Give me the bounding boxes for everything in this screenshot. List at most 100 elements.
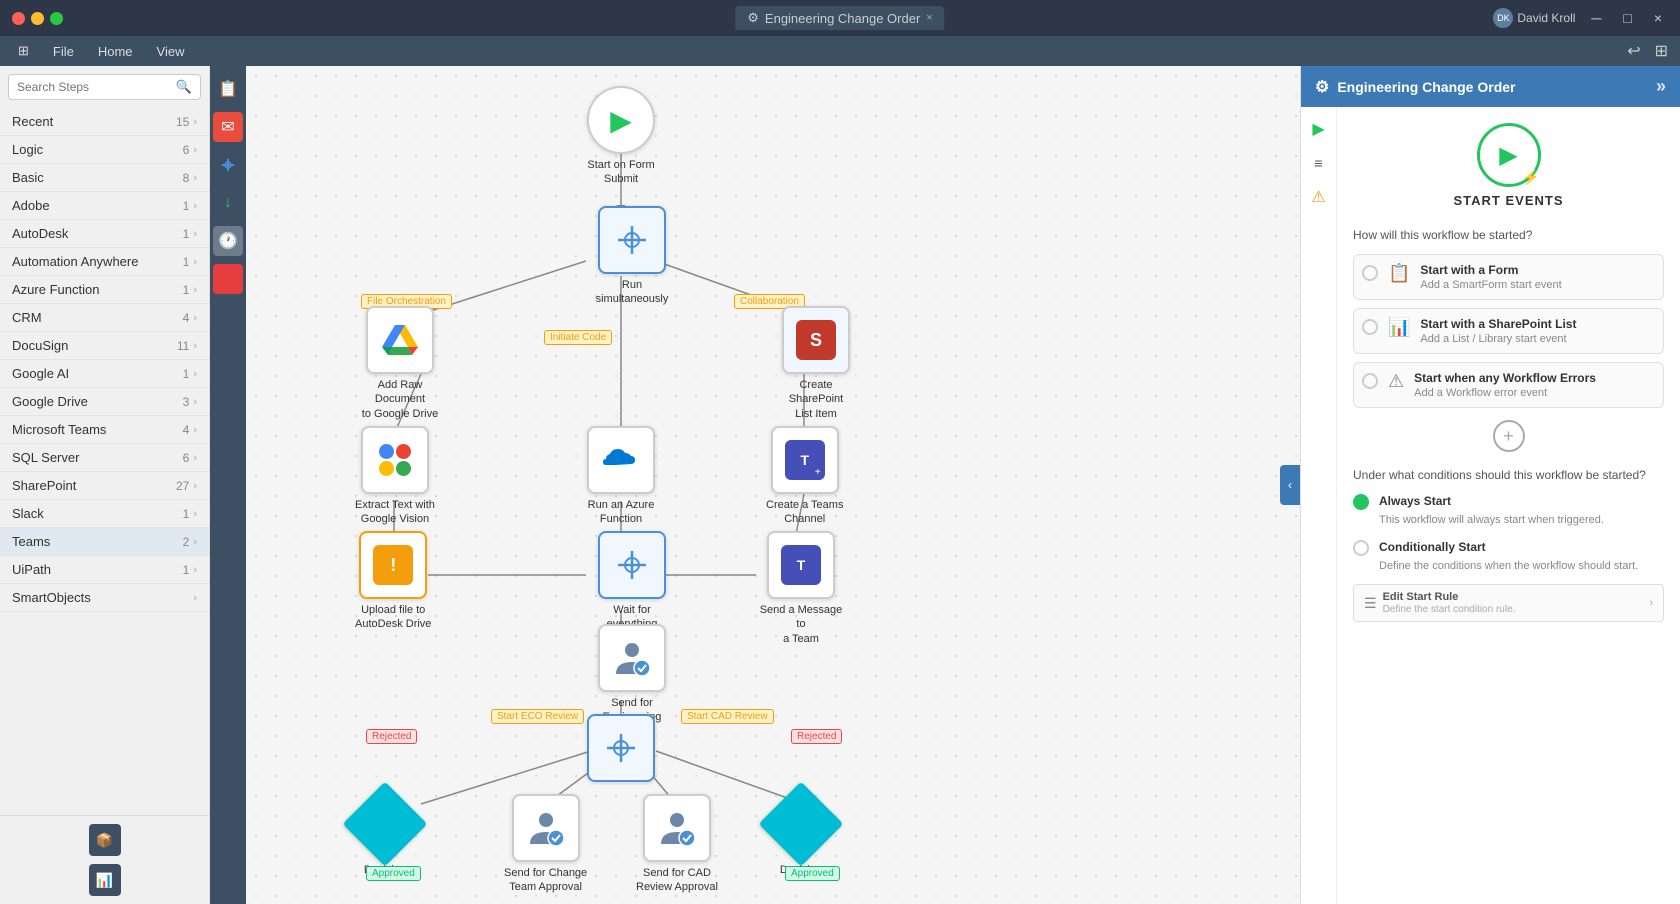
sharepoint-option-title: Start with a SharePoint List xyxy=(1420,317,1576,331)
sidebar-item-docusign[interactable]: DocuSign 11 › xyxy=(0,332,209,360)
right-panel-header: ⚙ Engineering Change Order » xyxy=(1301,66,1680,107)
win-minimize[interactable]: ─ xyxy=(1585,8,1607,28)
sidebar-item-microsoft-teams[interactable]: Microsoft Teams 4 › xyxy=(0,416,209,444)
start-option-error[interactable]: ⚠ Start when any Workflow Errors Add a W… xyxy=(1353,362,1664,408)
node-autodesk[interactable]: ! Upload file toAutoDesk Drive xyxy=(355,531,431,632)
sidebar-item-basic[interactable]: Basic 8 › xyxy=(0,164,209,192)
user-avatar: DK xyxy=(1493,8,1513,28)
sidebar-item-crm[interactable]: CRM 4 › xyxy=(0,304,209,332)
node-start[interactable]: ▶ Start on FormSubmit xyxy=(587,86,655,187)
sidebar-item-automation-anywhere[interactable]: Automation Anywhere 1 › xyxy=(0,248,209,276)
error-icon: ⚠ xyxy=(1388,371,1404,392)
icon-sidebar-arrow[interactable]: ↓ xyxy=(213,188,243,218)
panel-warning-btn[interactable]: ⚠ xyxy=(1305,183,1333,211)
close-button[interactable] xyxy=(12,12,25,25)
node-decision-2[interactable]: Decision xyxy=(771,794,831,872)
panel-play-btn[interactable]: ▶ xyxy=(1305,115,1333,143)
win-maximize[interactable]: □ xyxy=(1617,8,1637,28)
node-gdrive-label: Add Raw Documentto Google Drive xyxy=(355,378,445,421)
node-teams-channel[interactable]: T + Create a TeamsChannel xyxy=(766,426,843,527)
canvas-toggle-button[interactable]: ‹ xyxy=(1280,465,1300,505)
sidebar-item-teams[interactable]: Teams 2 › xyxy=(0,528,209,556)
tab-icon: ⚙ xyxy=(747,10,759,26)
edit-rule-label: Edit Start Rule xyxy=(1383,591,1459,603)
menu-file[interactable]: File xyxy=(43,42,84,61)
conditions-section: Under what conditions should this workfl… xyxy=(1353,468,1664,622)
node-decision-1[interactable]: Decision xyxy=(355,794,415,872)
add-event-button[interactable]: + xyxy=(1493,420,1525,452)
radio-always-active[interactable] xyxy=(1353,494,1369,510)
menu-view[interactable]: View xyxy=(147,42,195,61)
radio-form[interactable] xyxy=(1362,265,1378,281)
search-input[interactable] xyxy=(17,80,176,94)
sidebar-bottom-icon-2[interactable]: 📊 xyxy=(89,864,121,896)
sidebar-item-adobe[interactable]: Adobe 1 › xyxy=(0,192,209,220)
sidebar-item-uipath[interactable]: UiPath 1 › xyxy=(0,556,209,584)
active-tab[interactable]: ⚙ Engineering Change Order × xyxy=(735,6,944,30)
play-icon: ▶ xyxy=(1499,141,1517,170)
node-google-drive[interactable]: Add Raw Documentto Google Drive xyxy=(355,306,445,421)
sidebar-item-azure-function[interactable]: Azure Function 1 › xyxy=(0,276,209,304)
window-controls xyxy=(12,12,63,25)
icon-sidebar-clock[interactable]: 🕐 xyxy=(213,226,243,256)
node-sharepoint[interactable]: S Create SharePointList Item xyxy=(771,306,861,421)
node-teams-message[interactable]: T Send a Message toa Team xyxy=(756,531,846,646)
right-panel: ⚙ Engineering Change Order » ▶ ≡ ⚠ ▶ ⚡ S… xyxy=(1300,66,1680,904)
node-start-label: Start on FormSubmit xyxy=(587,158,654,187)
main-layout: 🔍 Recent 15 › Logic 6 › Basic 8 › Adobe … xyxy=(0,66,1680,904)
sidebar-item-slack[interactable]: Slack 1 › xyxy=(0,500,209,528)
canvas-scroll[interactable]: ▶ Start on FormSubmit Run simultaneously… xyxy=(246,66,1300,904)
node-change-approval[interactable]: Send for ChangeTeam Approval xyxy=(504,794,587,895)
panel-content-area: ▶ ⚡ START EVENTS How will this workflow … xyxy=(1337,107,1680,904)
search-box[interactable]: 🔍 xyxy=(8,74,201,100)
win-close[interactable]: × xyxy=(1648,8,1668,28)
sidebar-bottom-icon-1[interactable]: 📦 xyxy=(89,824,121,856)
icon-sidebar-checklist[interactable]: 📋 xyxy=(213,74,243,104)
sidebar-item-google-ai[interactable]: Google AI 1 › xyxy=(0,360,209,388)
start-option-sharepoint[interactable]: 📊 Start with a SharePoint List Add a Lis… xyxy=(1353,308,1664,354)
always-start-option[interactable]: Always Start This workflow will always s… xyxy=(1353,492,1664,528)
sidebar-item-recent[interactable]: Recent 15 › xyxy=(0,108,209,136)
sidebar-item-autodesk[interactable]: AutoDesk 1 › xyxy=(0,220,209,248)
node-cad-approval[interactable]: Send for CADReview Approval xyxy=(636,794,718,895)
sidebar-item-logic[interactable]: Logic 6 › xyxy=(0,136,209,164)
rule-chevron-icon: › xyxy=(1649,597,1653,609)
radio-sharepoint[interactable] xyxy=(1362,319,1378,335)
error-option-title: Start when any Workflow Errors xyxy=(1414,371,1596,385)
menu-grid-view-icon[interactable]: ⊞ xyxy=(1651,39,1672,63)
icon-sidebar-split[interactable] xyxy=(213,150,243,180)
form-option-sub: Add a SmartForm start event xyxy=(1420,279,1561,291)
right-panel-body: ▶ ≡ ⚠ ▶ ⚡ START EVENTS How will this wor… xyxy=(1301,107,1680,904)
conditional-start-option[interactable]: Conditionally Start Define the condition… xyxy=(1353,538,1664,574)
radio-conditional[interactable] xyxy=(1353,540,1369,556)
node-split[interactable]: Run simultaneously xyxy=(587,206,677,307)
start-option-form[interactable]: 📋 Start with a Form Add a SmartForm star… xyxy=(1353,254,1664,300)
close-tab-icon[interactable]: × xyxy=(926,12,932,24)
label-start-eco: Start ECO Review xyxy=(491,709,584,724)
start-events-question: How will this workflow be started? xyxy=(1353,228,1664,242)
panel-collapse-button[interactable]: » xyxy=(1656,76,1666,97)
radio-error[interactable] xyxy=(1362,373,1378,389)
node-autodesk-label: Upload file toAutoDesk Drive xyxy=(355,603,431,632)
canvas-area[interactable]: ▶ Start on FormSubmit Run simultaneously… xyxy=(246,66,1300,904)
node-google-vision[interactable]: Extract Text withGoogle Vision xyxy=(355,426,435,527)
node-split2[interactable] xyxy=(587,714,655,782)
node-azure-function[interactable]: Run an AzureFunction xyxy=(587,426,655,527)
sidebar-item-sharepoint[interactable]: SharePoint 27 › xyxy=(0,472,209,500)
sidebar-item-sql-server[interactable]: SQL Server 6 › xyxy=(0,444,209,472)
menu-undo-icon[interactable]: ↩ xyxy=(1623,39,1644,63)
sidebar-item-google-drive[interactable]: Google Drive 3 › xyxy=(0,388,209,416)
menu-home[interactable]: Home xyxy=(88,42,143,61)
icon-sidebar-email[interactable]: ✉ xyxy=(213,112,243,142)
panel-title-icon: ⚙ xyxy=(1315,77,1329,97)
sidebar-item-smartobjects[interactable]: SmartObjects › xyxy=(0,584,209,612)
panel-edit-btn[interactable]: ≡ xyxy=(1305,149,1333,177)
node-sharepoint-label: Create SharePointList Item xyxy=(771,378,861,421)
menu-grid-icon[interactable]: ⊞ xyxy=(8,41,39,61)
icon-sidebar: 📋 ✉ ↓ 🕐 xyxy=(210,66,246,904)
icon-sidebar-stop[interactable] xyxy=(213,264,243,294)
maximize-button[interactable] xyxy=(50,12,63,25)
minimize-button[interactable] xyxy=(31,12,44,25)
tab-label: Engineering Change Order xyxy=(765,11,920,26)
edit-start-rule-button[interactable]: ☰ Edit Start Rule Define the start condi… xyxy=(1353,584,1664,622)
